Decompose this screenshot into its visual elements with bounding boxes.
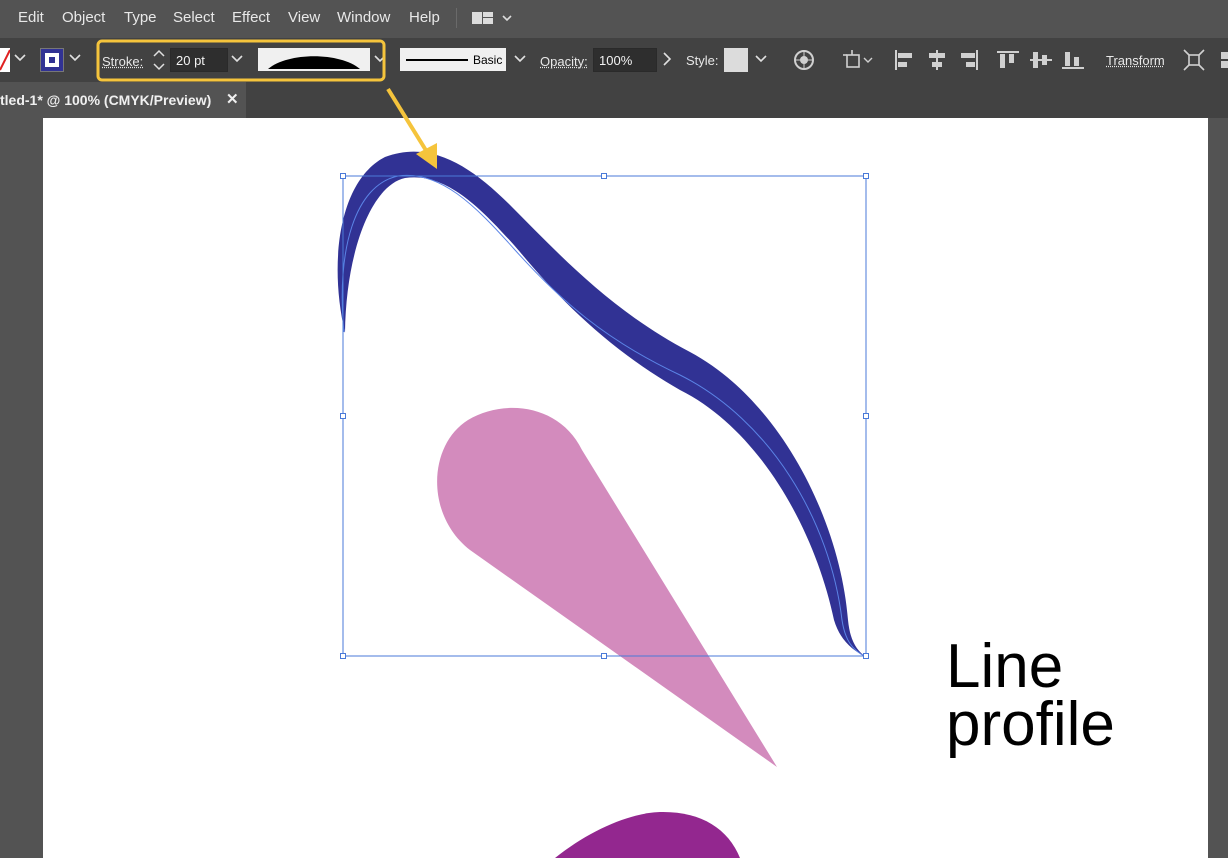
align-horizontal-center-icon[interactable]: [926, 50, 948, 70]
control-bar: Stroke: 20 pt Basic Opacity: 100% Style:: [0, 38, 1228, 82]
more-options-icon[interactable]: [1218, 50, 1228, 70]
align-bottom-icon[interactable]: [1062, 50, 1084, 70]
stroke-color-dropdown-icon[interactable]: [69, 53, 81, 66]
close-tab-icon[interactable]: ✕: [226, 90, 239, 108]
brush-label: Basic: [473, 53, 503, 67]
document-tab-title: tled-1* @ 100% (CMYK/Preview): [0, 92, 212, 108]
align-top-icon[interactable]: [997, 50, 1019, 70]
menu-select[interactable]: Select: [173, 9, 215, 26]
document-tab-bar: tled-1* @ 100% (CMYK/Preview) ✕: [0, 82, 1228, 118]
align-vertical-center-icon[interactable]: [1030, 50, 1052, 70]
stroke-weight-dropdown-icon[interactable]: [231, 54, 243, 67]
recolor-artwork-icon[interactable]: [793, 49, 815, 71]
brush-definition-dropdown[interactable]: Basic: [400, 48, 506, 71]
opacity-field[interactable]: 100%: [593, 48, 657, 72]
workspace-switcher-icon[interactable]: [470, 10, 516, 26]
caption-line-1: Line: [946, 632, 1064, 701]
opacity-value: 100%: [599, 53, 633, 68]
menu-object[interactable]: Object: [62, 9, 105, 26]
graphic-style-swatch[interactable]: [724, 48, 748, 72]
menu-bar: Edit Object Type Select Effect View Wind…: [0, 0, 1228, 36]
style-dropdown-icon[interactable]: [755, 54, 767, 67]
width-profile-chevron-icon[interactable]: [374, 54, 386, 67]
width-profile-preview-icon: [268, 56, 360, 69]
align-to-selection-icon[interactable]: [843, 50, 875, 70]
stroke-color-swatch-icon[interactable]: [40, 48, 64, 72]
stroke-weight-value: 20 pt: [176, 53, 205, 68]
stroke-label[interactable]: Stroke:: [102, 54, 143, 69]
menu-type[interactable]: Type: [124, 9, 157, 26]
menu-view[interactable]: View: [288, 9, 320, 26]
fill-color-swatch-icon[interactable]: [0, 48, 11, 72]
brush-line-preview-icon: [406, 59, 468, 61]
menu-help[interactable]: Help: [409, 9, 440, 26]
menu-edit[interactable]: Edit: [18, 9, 44, 26]
brush-dropdown-icon[interactable]: [514, 54, 526, 67]
fill-dropdown-icon[interactable]: [14, 53, 26, 66]
stroke-weight-field[interactable]: 20 pt: [170, 48, 228, 72]
variable-width-profile-dropdown[interactable]: [258, 48, 370, 71]
opacity-expand-icon[interactable]: [662, 52, 672, 69]
caption-line-2: profile: [946, 690, 1115, 759]
stroke-weight-stepper-icon[interactable]: [151, 47, 167, 73]
menu-window[interactable]: Window: [337, 9, 390, 26]
document-tab[interactable]: tled-1* @ 100% (CMYK/Preview) ✕: [0, 82, 246, 118]
menu-effect[interactable]: Effect: [232, 9, 270, 26]
style-label: Style:: [686, 53, 719, 68]
align-right-icon[interactable]: [958, 50, 980, 70]
line-profile-caption: Line profile: [946, 632, 1115, 759]
menu-separator: [456, 8, 457, 28]
align-left-icon[interactable]: [893, 50, 915, 70]
transform-button[interactable]: Transform: [1106, 53, 1165, 68]
isolate-selected-object-icon[interactable]: [1183, 49, 1205, 71]
opacity-label[interactable]: Opacity:: [540, 54, 588, 69]
